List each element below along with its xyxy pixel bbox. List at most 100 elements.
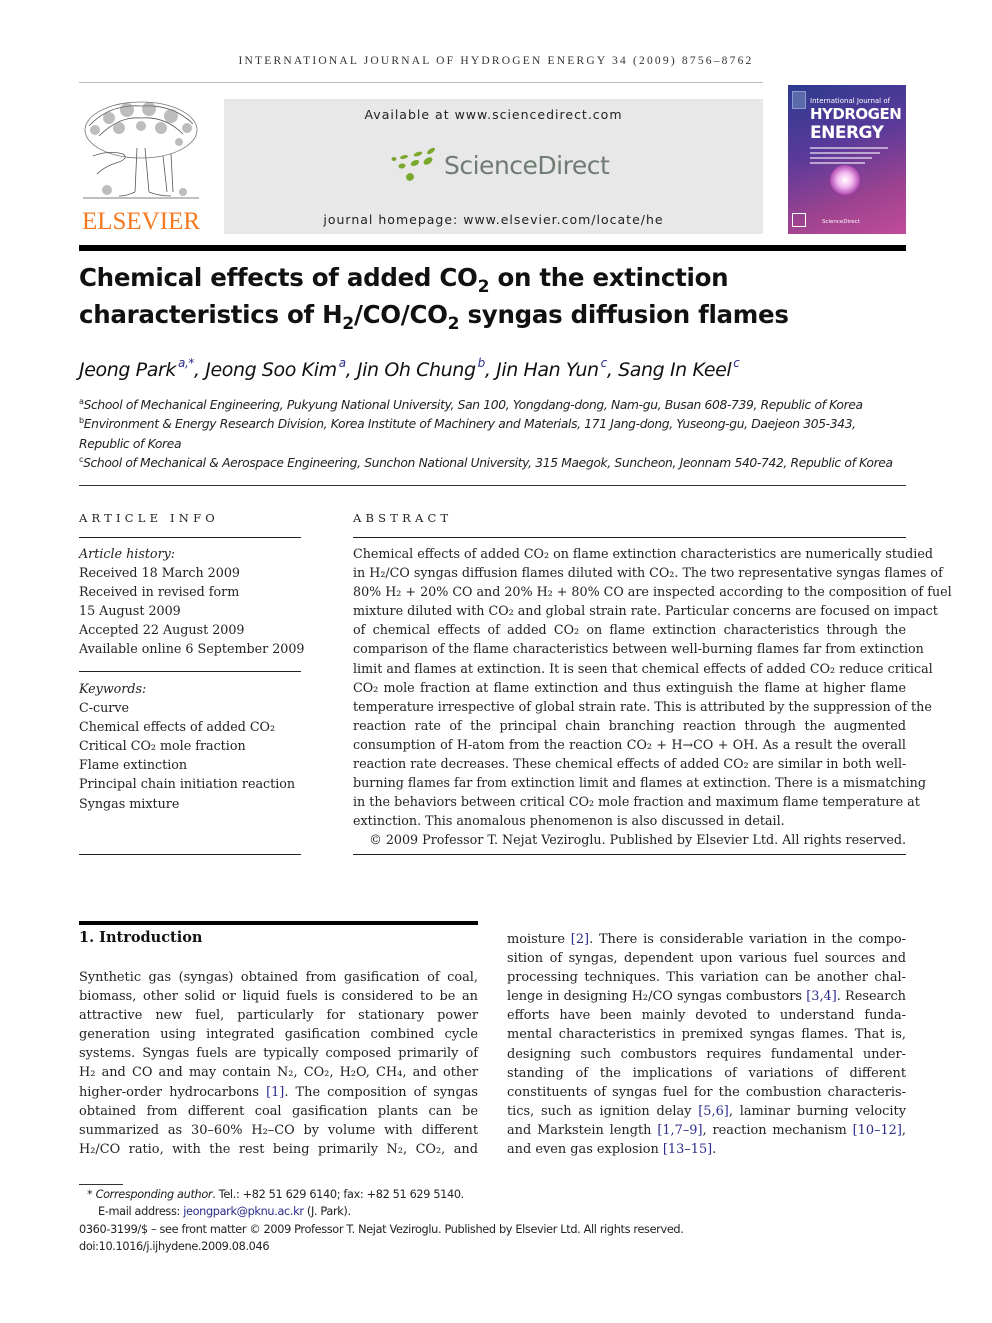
body-line: and even gas explosion [13–15].	[507, 1140, 906, 1159]
body-text: efforts have been mainly devoted to unde…	[507, 1008, 906, 1024]
body-text: Synthetic gas (syngas) obtained from gas…	[79, 970, 478, 985]
keyword-item[interactable]: Chemical effects of added CO₂	[79, 717, 295, 736]
keyword-item[interactable]: Flame extinction	[79, 755, 295, 774]
abstract-heading: ABSTRACT	[353, 511, 453, 525]
affiliation-marker[interactable]: c	[733, 356, 740, 370]
abstract-line: of chemical effects of added CO₂ on flam…	[353, 622, 906, 638]
affiliation-text: School of Mechanical & Aerospace Enginee…	[83, 455, 893, 470]
citation-link[interactable]: [5,6]	[698, 1104, 729, 1119]
keyword-item[interactable]: Syngas mixture	[79, 794, 295, 813]
cover-title-line2: HYDROGEN	[810, 105, 902, 123]
sciencedirect-logo[interactable]: ScienceDirect	[388, 147, 610, 187]
body-text: and even gas explosion	[507, 1142, 663, 1158]
history-item: Received in revised form	[79, 584, 240, 600]
citation-link[interactable]: [1]	[266, 1085, 284, 1100]
author[interactable]: Jeong Park a,*	[79, 356, 194, 381]
body-text: .	[712, 1142, 717, 1158]
author[interactable]: Jin Han Yun c	[496, 357, 607, 381]
author[interactable]: Sang In Keel c	[618, 356, 740, 381]
email-suffix: (J. Park).	[303, 1205, 351, 1219]
keywords: Keywords: C-curve Chemical effects of ad…	[79, 679, 295, 813]
affiliation-marker[interactable]: a	[339, 356, 346, 370]
body-line: generation using integrated gasification…	[79, 1025, 478, 1044]
abstract-line: burning flames far from extinction limit…	[353, 775, 926, 791]
cover-orb-graphic	[830, 165, 860, 195]
affiliation-marker[interactable]: a,*	[178, 356, 194, 370]
title-text: Chemical effects of added CO	[79, 263, 478, 292]
body-column-right: moisture [2]. There is considerable vari…	[507, 930, 906, 1159]
abstract-line: mixture diluted with CO₂ and global stra…	[353, 603, 938, 619]
email-link[interactable]: jeongpark@pknu.ac.kr	[183, 1205, 304, 1218]
affiliation-text: Environment & Energy Research Division, …	[83, 417, 856, 432]
body-text: and Markstein length	[507, 1122, 658, 1138]
body-text: . There is considerable variation in the…	[589, 932, 906, 947]
citation-link[interactable]: [10–12]	[853, 1123, 902, 1138]
abstract-line: reaction rate decreases. These chemical …	[353, 756, 907, 772]
author-name: Jin Han Yun	[496, 359, 599, 381]
separator: ,	[484, 359, 497, 381]
body-line: biomass, other solid or liquid fuels is …	[79, 987, 478, 1006]
abstract-rule	[353, 537, 906, 538]
affiliation-b-continued: Republic of Korea	[79, 436, 182, 451]
keyword-item[interactable]: Principal chain initiation reaction	[79, 774, 295, 793]
author[interactable]: Jeong Soo Kim a	[205, 356, 346, 381]
keywords-label: Keywords:	[79, 681, 147, 696]
history-item: Available online 6 September 2009	[79, 641, 305, 657]
abstract-line: in H₂/CO syngas diffusion flames diluted…	[353, 565, 943, 581]
keywords-rule	[79, 671, 301, 672]
subscript: 2	[342, 313, 354, 334]
body-text: designing such combustors requires funda…	[507, 1046, 906, 1062]
separator: ,	[606, 359, 619, 381]
body-text: mental characteristics in premixed synga…	[507, 1027, 906, 1043]
journal-homepage-link[interactable]: journal homepage: www.elsevier.com/locat…	[224, 212, 763, 227]
affiliation-b: bEnvironment & Energy Research Division,…	[79, 415, 909, 434]
body-line: processing techniques. This variation ca…	[507, 968, 906, 987]
affiliations: aSchool of Mechanical Engineering, Pukyu…	[79, 396, 909, 473]
article-title: Chemical effects of added CO2 on the ext…	[79, 259, 906, 333]
section-heading-introduction: 1. Introduction	[79, 929, 203, 946]
body-line: constituents of syngas fuel for the comb…	[507, 1083, 906, 1102]
body-text: , reaction mechanism	[702, 1122, 853, 1138]
abstract-line: CO₂ mole fraction at flame extinction an…	[353, 679, 906, 695]
citation-link[interactable]: [2]	[571, 932, 589, 947]
author-name: Jeong Soo Kim	[205, 359, 337, 381]
body-text: processing techniques. This variation ca…	[507, 970, 906, 986]
sciencedirect-dots-icon	[391, 147, 435, 181]
body-text: systems. Syngas fuels are typically comp…	[79, 1046, 478, 1062]
body-line: obtained from different coal gasificatio…	[79, 1102, 478, 1121]
abstract-line: comparison of the flame characteristics …	[353, 641, 924, 657]
body-line: sition of syngas, dependent upon various…	[507, 949, 906, 968]
body-line: Synthetic gas (syngas) obtained from gas…	[79, 968, 478, 987]
section-rule	[79, 921, 478, 925]
affiliation-marker[interactable]: b	[478, 356, 486, 370]
contact-info: . Tel.: +82 51 629 6140; fax: +82 51 629…	[212, 1188, 464, 1201]
available-at-link[interactable]: Available at www.sciencedirect.com	[224, 107, 763, 122]
footnote-rule	[79, 1184, 123, 1185]
body-line: lenge in designing H₂/CO syngas combusto…	[507, 987, 906, 1006]
author[interactable]: Jin Oh Chung b	[356, 356, 486, 381]
citation-link[interactable]: [3,4]	[806, 989, 837, 1004]
body-line: and Markstein length [1,7–9], reaction m…	[507, 1121, 906, 1140]
article-info-end-rule	[79, 854, 301, 855]
cover-editor-lines	[810, 147, 888, 167]
body-text: . Research	[836, 989, 906, 1005]
abstract-line: limit and flames at extinction. It is se…	[353, 660, 933, 676]
title-text: characteristics of H	[79, 300, 343, 329]
subscript: 2	[447, 313, 460, 334]
affiliation-c: cSchool of Mechanical & Aerospace Engine…	[79, 454, 909, 473]
running-header: INTERNATIONAL JOURNAL OF HYDROGEN ENERGY…	[238, 55, 754, 67]
doi-link[interactable]: doi:10.1016/j.ijhydene.2009.08.046	[79, 1238, 683, 1255]
sciencedirect-banner: Available at www.sciencedirect.com Scien…	[224, 99, 763, 234]
history-label: Article history:	[79, 546, 176, 561]
affiliation-a: aSchool of Mechanical Engineering, Pukyu…	[79, 396, 909, 415]
keyword-item[interactable]: Critical CO₂ mole fraction	[79, 736, 295, 755]
body-text: moisture	[507, 932, 571, 947]
journal-cover-thumbnail[interactable]: International Journal of HYDROGEN ENERGY…	[788, 85, 906, 234]
body-text: , laminar burning velocity	[728, 1103, 906, 1119]
author-name: Jin Oh Chung	[356, 359, 476, 381]
citation-link[interactable]: [1,7–9]	[657, 1123, 702, 1138]
elsevier-logo[interactable]: ELSEVIER	[79, 96, 203, 236]
citation-link[interactable]: [13–15]	[663, 1142, 712, 1157]
keyword-item[interactable]: C-curve	[79, 698, 295, 717]
author-name: Jeong Park	[79, 359, 176, 381]
